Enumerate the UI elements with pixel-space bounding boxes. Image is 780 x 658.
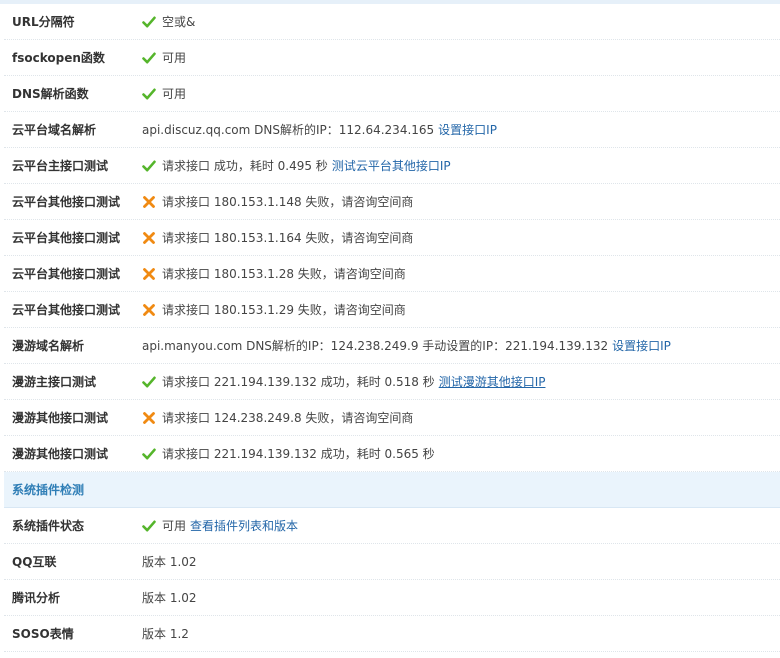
table-row: 腾讯分析 版本 1.02: [4, 580, 780, 616]
table-row: 云平台其他接口测试 请求接口 180.153.1.164 失败，请咨询空间商: [4, 220, 780, 256]
row-value: 版本 1.02: [142, 553, 780, 570]
table-row: 云平台其他接口测试 请求接口 180.153.1.29 失败，请咨询空间商: [4, 292, 780, 328]
row-label: QQ互联: [12, 555, 57, 569]
view-plugin-list-link[interactable]: 查看插件列表和版本: [190, 517, 298, 534]
row-value: 空或&: [142, 13, 780, 30]
row-label: 漫游其他接口测试: [12, 447, 109, 461]
row-label: DNS解析函数: [12, 87, 89, 101]
row-label: SOSO表情: [12, 627, 74, 641]
row-value: 请求接口 180.153.1.28 失败，请咨询空间商: [142, 265, 780, 282]
row-value: 请求接口 221.194.139.132 成功，耗时 0.565 秒: [142, 445, 780, 462]
row-label: 漫游主接口测试: [12, 375, 97, 389]
section-header: 系统插件检测: [4, 472, 780, 508]
table-row: 云平台域名解析 api.discuz.qq.com DNS解析的IP：112.6…: [4, 112, 780, 148]
cross-icon: [142, 195, 156, 209]
status-text: 可用: [162, 87, 187, 101]
status-text: 空或&: [162, 15, 196, 29]
table-row: 云平台其他接口测试 请求接口 180.153.1.28 失败，请咨询空间商: [4, 256, 780, 292]
row-value: 版本 1.02: [142, 589, 780, 606]
set-interface-ip-link[interactable]: 设置接口IP: [612, 337, 671, 354]
cross-icon: [142, 303, 156, 317]
cross-icon: [142, 231, 156, 245]
table-row: 漫游主接口测试 请求接口 221.194.139.132 成功，耗时 0.518…: [4, 364, 780, 400]
table-row: 云平台其他接口测试 请求接口 180.153.1.148 失败，请咨询空间商: [4, 184, 780, 220]
check-icon: [142, 519, 156, 533]
row-value: 可用: [142, 85, 780, 102]
row-value: api.manyou.com DNS解析的IP：124.238.249.9 手动…: [142, 337, 780, 354]
row-label: 云平台主接口测试: [12, 159, 109, 173]
row-label: 腾讯分析: [12, 591, 61, 605]
cross-icon: [142, 411, 156, 425]
table-row: fsockopen函数 可用: [4, 40, 780, 76]
status-text: 请求接口 180.153.1.29 失败，请咨询空间商: [162, 303, 406, 317]
status-text: 请求接口 180.153.1.164 失败，请咨询空间商: [162, 231, 414, 245]
row-value: api.discuz.qq.com DNS解析的IP：112.64.234.16…: [142, 121, 780, 138]
table-row: DNS解析函数 可用: [4, 76, 780, 112]
status-text: api.discuz.qq.com DNS解析的IP：112.64.234.16…: [142, 123, 435, 137]
version-text: 版本 1.02: [142, 555, 197, 569]
status-text: 请求接口 180.153.1.28 失败，请咨询空间商: [162, 267, 406, 281]
row-label: 系统插件状态: [12, 519, 85, 533]
test-cloud-other-ip-link[interactable]: 测试云平台其他接口IP: [332, 157, 451, 174]
row-label: 云平台其他接口测试: [12, 231, 121, 245]
row-label: fsockopen函数: [12, 51, 105, 65]
check-icon: [142, 447, 156, 461]
status-text: 请求接口 221.194.139.132 成功，耗时 0.565 秒: [162, 447, 435, 461]
status-text: 可用: [162, 519, 187, 533]
row-value: 请求接口 221.194.139.132 成功，耗时 0.518 秒 测试漫游其…: [142, 373, 780, 390]
table-row: QQ互联 版本 1.02: [4, 544, 780, 580]
row-value: 请求接口 124.238.249.8 失败，请咨询空间商: [142, 409, 780, 426]
row-label: 云平台其他接口测试: [12, 303, 121, 317]
row-value: 请求接口 180.153.1.164 失败，请咨询空间商: [142, 229, 780, 246]
status-text: 请求接口 成功，耗时 0.495 秒: [162, 159, 328, 173]
row-label: 云平台其他接口测试: [12, 195, 121, 209]
row-value: 版本 1.2: [142, 625, 780, 642]
status-text: 请求接口 124.238.249.8 失败，请咨询空间商: [162, 411, 414, 425]
status-text: 请求接口 221.194.139.132 成功，耗时 0.518 秒: [162, 375, 435, 389]
status-text: api.manyou.com DNS解析的IP：124.238.249.9 手动…: [142, 339, 609, 353]
diagnostics-table: URL分隔符 空或& fsockopen函数 可用 DNS解析函数 可用 云平台…: [4, 4, 780, 652]
row-value: 请求接口 180.153.1.29 失败，请咨询空间商: [142, 301, 780, 318]
check-icon: [142, 51, 156, 65]
row-label: URL分隔符: [12, 15, 75, 29]
table-row: 漫游其他接口测试 请求接口 124.238.249.8 失败，请咨询空间商: [4, 400, 780, 436]
version-text: 版本 1.02: [142, 591, 197, 605]
row-label: 云平台其他接口测试: [12, 267, 121, 281]
section-title: 系统插件检测: [12, 483, 85, 497]
row-value: 可用 查看插件列表和版本: [142, 517, 780, 534]
check-icon: [142, 87, 156, 101]
row-value: 可用: [142, 49, 780, 66]
table-row: 系统插件状态 可用 查看插件列表和版本: [4, 508, 780, 544]
status-text: 可用: [162, 51, 187, 65]
table-row: 漫游域名解析 api.manyou.com DNS解析的IP：124.238.2…: [4, 328, 780, 364]
table-row: URL分隔符 空或&: [4, 4, 780, 40]
table-row: 云平台主接口测试 请求接口 成功，耗时 0.495 秒 测试云平台其他接口IP: [4, 148, 780, 184]
status-text: 请求接口 180.153.1.148 失败，请咨询空间商: [162, 195, 414, 209]
cross-icon: [142, 267, 156, 281]
row-value: 请求接口 成功，耗时 0.495 秒 测试云平台其他接口IP: [142, 157, 780, 174]
check-icon: [142, 15, 156, 29]
set-interface-ip-link[interactable]: 设置接口IP: [438, 121, 497, 138]
table-row: SOSO表情 版本 1.2: [4, 616, 780, 652]
row-label: 漫游域名解析: [12, 339, 85, 353]
row-label: 漫游其他接口测试: [12, 411, 109, 425]
check-icon: [142, 375, 156, 389]
table-row: 漫游其他接口测试 请求接口 221.194.139.132 成功，耗时 0.56…: [4, 436, 780, 472]
check-icon: [142, 159, 156, 173]
test-manyou-other-ip-link[interactable]: 测试漫游其他接口IP: [439, 373, 546, 390]
row-value: 请求接口 180.153.1.148 失败，请咨询空间商: [142, 193, 780, 210]
version-text: 版本 1.2: [142, 627, 189, 641]
row-label: 云平台域名解析: [12, 123, 97, 137]
